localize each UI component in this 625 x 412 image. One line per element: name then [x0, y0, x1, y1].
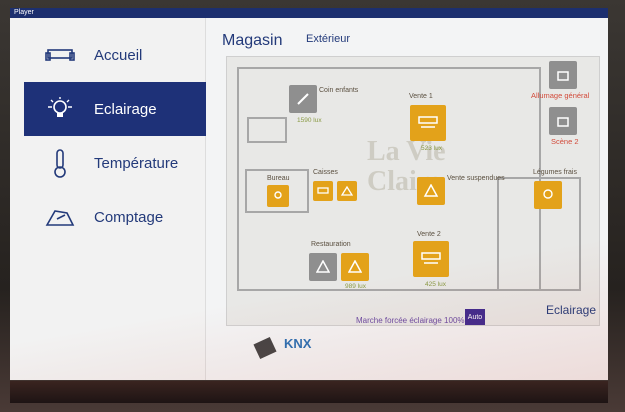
- brand-logo: [253, 336, 277, 360]
- label-bureau: Bureau: [267, 175, 290, 182]
- nav-accueil[interactable]: Accueil: [24, 28, 209, 82]
- floor-plan: La Vie Claire Coin enfants 1590 lux Vente…: [226, 56, 600, 326]
- lux-vente-2: 425 lux: [425, 281, 446, 288]
- label-vente-suspendues: Vente suspendues: [447, 175, 505, 182]
- light-restauration-2[interactable]: [341, 253, 369, 281]
- plan-wall: [247, 117, 287, 143]
- light-vente-1[interactable]: [410, 105, 446, 141]
- light-vente-2[interactable]: [413, 241, 449, 277]
- light-scene-2[interactable]: [549, 107, 577, 135]
- thermometer-icon: [40, 148, 80, 178]
- nav-temperature[interactable]: Température: [24, 136, 209, 190]
- bulb-icon: [40, 94, 80, 124]
- nav-eclairage[interactable]: Eclairage: [24, 82, 209, 136]
- label-allumage-general: Allumage général: [531, 91, 590, 100]
- light-vente-suspendues[interactable]: [417, 177, 445, 205]
- nav-label: Accueil: [94, 46, 143, 64]
- label-scene-2: Scène 2: [551, 137, 579, 146]
- light-caisses-2[interactable]: [337, 181, 357, 201]
- label-legumes-frais: Légumes frais: [533, 169, 577, 176]
- label-vente-2: Vente 2: [417, 231, 441, 238]
- tab-magasin[interactable]: Magasin: [222, 32, 282, 50]
- nav-label: Eclairage: [94, 100, 157, 118]
- section-title: Eclairage: [546, 303, 597, 317]
- nav-comptage[interactable]: Comptage: [24, 190, 209, 244]
- forced-lighting-label: Marche forcée éclairage 100%: [356, 316, 465, 325]
- screen: Player Accueil Eclairage Température Com…: [10, 8, 608, 380]
- nav-label: Comptage: [94, 208, 164, 226]
- light-restauration-1[interactable]: [309, 253, 337, 281]
- label-coin-enfants: Coin enfants: [319, 87, 359, 94]
- label-restauration: Restauration: [311, 241, 351, 248]
- knx-logo: KNX: [284, 336, 312, 351]
- meter-icon: [40, 202, 80, 232]
- nav-label: Température: [94, 154, 179, 172]
- tab-exterieur[interactable]: Extérieur: [306, 33, 350, 45]
- label-vente-1: Vente 1: [409, 93, 433, 100]
- lux-restauration: 989 lux: [345, 283, 366, 290]
- couch-icon: [40, 40, 80, 70]
- lux-vente-1: 523 lux: [421, 145, 442, 152]
- light-bureau[interactable]: [267, 185, 289, 207]
- light-coin-enfants[interactable]: [289, 85, 317, 113]
- light-legumes-frais[interactable]: [534, 181, 562, 209]
- window-titlebar: Player: [10, 8, 608, 18]
- label-caisses: Caisses: [313, 169, 338, 176]
- lux-coin-enfants: 1590 lux: [297, 117, 322, 124]
- main-content: Magasin Extérieur La Vie Claire Coin enfa…: [206, 18, 608, 380]
- sidebar: Accueil Eclairage Température Comptage: [10, 18, 209, 380]
- light-caisses-1[interactable]: [313, 181, 333, 201]
- light-allumage-general[interactable]: [549, 61, 577, 89]
- auto-button[interactable]: Auto: [465, 309, 485, 325]
- os-taskbar: [10, 381, 608, 403]
